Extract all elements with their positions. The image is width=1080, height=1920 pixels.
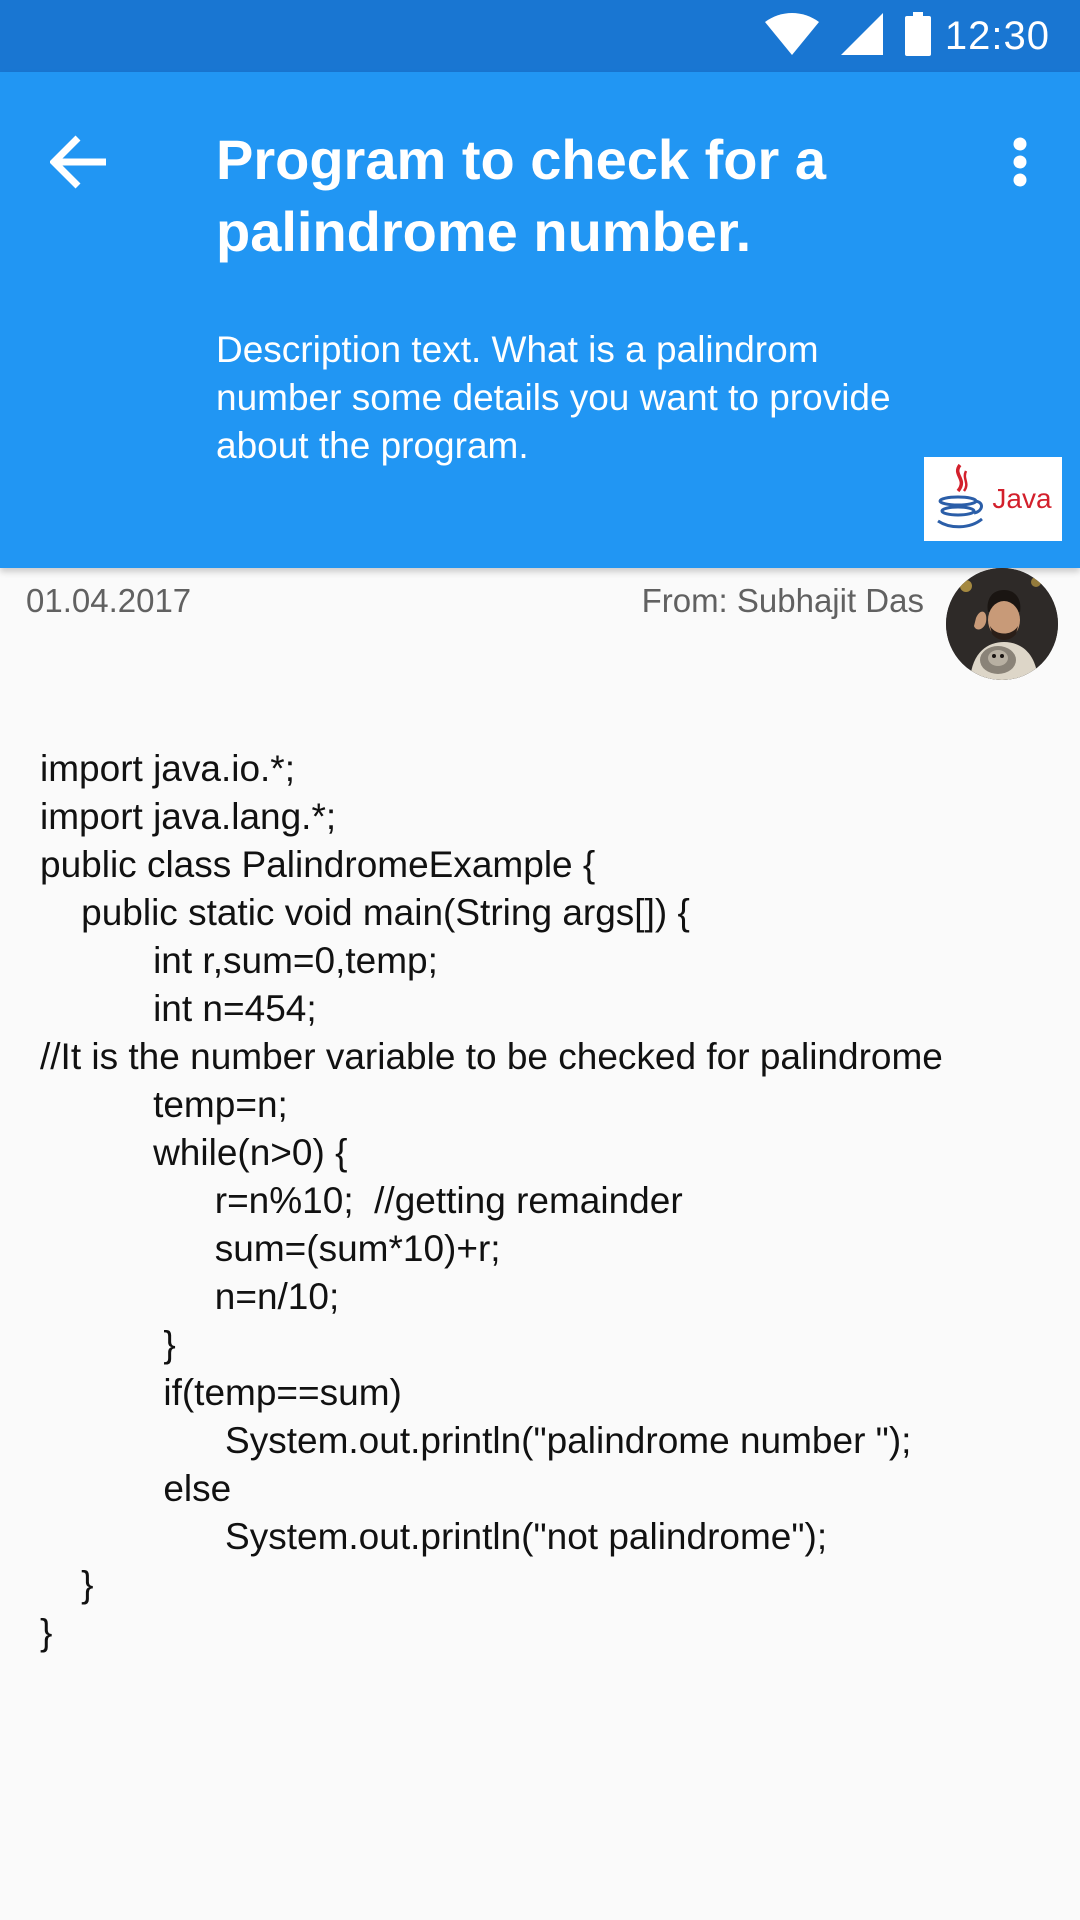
avatar-image [946, 568, 1058, 680]
program-description: Description text. What is a palindrom nu… [216, 329, 891, 466]
code-line: sum=(sum*10)+r; [40, 1228, 501, 1269]
code-line: import java.io.*; [40, 748, 295, 789]
app-bar: Program to check for a palindrome number… [0, 72, 1080, 568]
status-time: 12:30 [944, 13, 1050, 58]
code-line: System.out.println("palindrome number ")… [40, 1420, 912, 1461]
avatar[interactable] [946, 568, 1058, 680]
code-line: int r,sum=0,temp; [40, 940, 438, 981]
code-line: if(temp==sum) [40, 1372, 402, 1413]
page-title: Program to check for a palindrome number… [216, 128, 826, 263]
status-icons [764, 11, 931, 61]
java-label: Java [992, 483, 1052, 514]
post-date: 01.04.2017 [26, 582, 192, 619]
back-button[interactable] [32, 116, 128, 212]
code-line: public class PalindromeExample { [40, 844, 596, 885]
code-line: System.out.println("not palindrome"); [40, 1516, 828, 1557]
code-line: r=n%10; //getting remainder [40, 1180, 683, 1221]
language-badge: Java [924, 457, 1062, 541]
code-line: while(n>0) { [40, 1132, 348, 1173]
code-line: } [40, 1564, 94, 1605]
signal-icon [840, 12, 883, 60]
battery-icon [904, 11, 931, 61]
author-label: From: Subhajit Das [641, 582, 924, 619]
code-line: public static void main(String args[]) { [40, 892, 690, 933]
code-line: } [40, 1612, 53, 1653]
code-line: n=n/10; [40, 1276, 340, 1317]
wifi-icon [764, 12, 819, 60]
code-line: temp=n; [40, 1084, 288, 1125]
java-logo-icon [934, 461, 986, 538]
arrow-back-icon [49, 134, 110, 195]
code-line: import java.lang.*; [40, 796, 337, 837]
code-line: int n=454; [40, 988, 317, 1029]
code-line: } [40, 1324, 176, 1365]
more-vert-icon [1012, 137, 1028, 192]
status-bar: 12:30 [0, 0, 1080, 72]
code-line: //It is the number variable to be checke… [40, 1036, 943, 1077]
more-options-button[interactable] [984, 116, 1056, 212]
code-line: else [40, 1468, 232, 1509]
code-listing: import java.io.*; import java.lang.*; publ… [40, 745, 1050, 1657]
